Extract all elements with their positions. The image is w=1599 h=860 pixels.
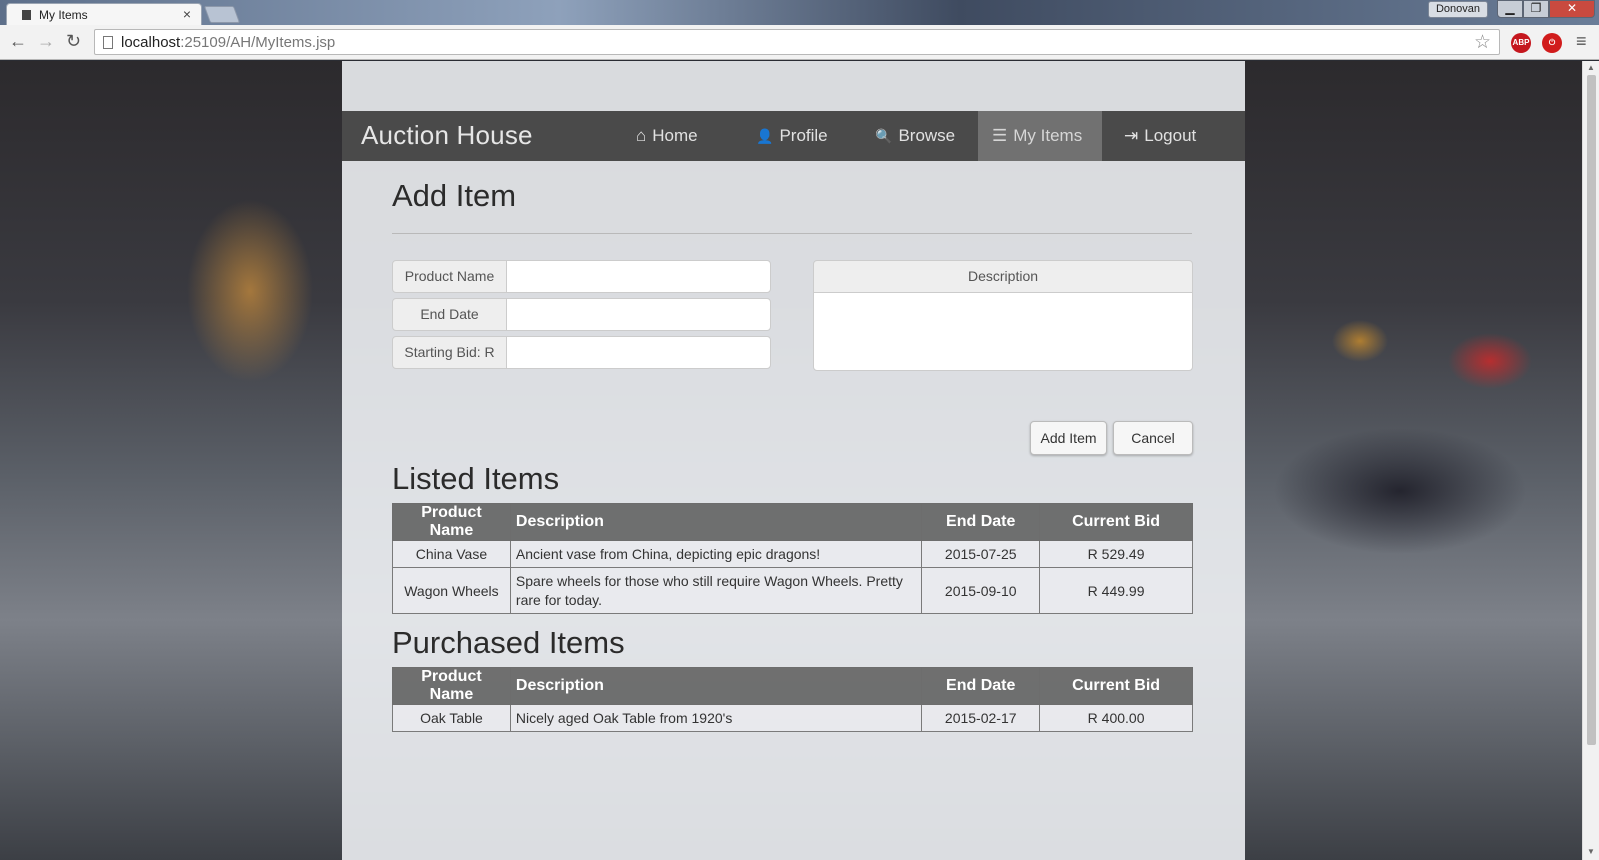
nav-home[interactable]: ⌂ Home: [622, 111, 712, 161]
product-name-label: Product Name: [392, 260, 507, 293]
table-header-row: Product Name Description End Date Curren…: [392, 503, 1193, 541]
col-current-bid: Current Bid: [1039, 667, 1193, 705]
starting-bid-input[interactable]: [506, 336, 771, 369]
adblock-plus-icon[interactable]: ABP: [1511, 33, 1531, 53]
url-host: localhost: [121, 34, 181, 51]
scroll-up-arrow-icon[interactable]: ▲: [1587, 63, 1595, 72]
end-date-group: End Date: [392, 298, 771, 331]
nav-home-label: Home: [652, 126, 698, 145]
col-product-name: Product Name: [392, 667, 511, 705]
end-date-input[interactable]: [506, 298, 771, 331]
forward-arrow-icon[interactable]: →: [37, 31, 55, 52]
logout-icon: ⇥: [1124, 126, 1139, 145]
table-row[interactable]: Oak Table Nicely aged Oak Table from 192…: [392, 704, 1193, 732]
col-description: Description: [509, 503, 923, 541]
profile-user-button[interactable]: Donovan: [1428, 1, 1488, 18]
starting-bid-group: Starting Bid: R: [392, 336, 771, 369]
end-date-label: End Date: [392, 298, 507, 331]
tab-strip: My Items × Donovan ▁ ❐ ✕: [0, 0, 1599, 25]
page-icon: [103, 36, 113, 49]
main-container: Auction House ⌂ Home 👤 Profile 🔍 Browse ☰ My…: [342, 61, 1245, 860]
nav-profile[interactable]: 👤 Profile: [742, 111, 842, 161]
address-bar[interactable]: localhost:25109/AH/MyItems.jsp ☆: [94, 29, 1500, 55]
navbar: Auction House ⌂ Home 👤 Profile 🔍 Browse ☰ My…: [342, 111, 1245, 161]
purchased-items-heading: Purchased Items: [392, 625, 625, 660]
nav-browse[interactable]: 🔍 Browse: [861, 111, 969, 161]
table-row[interactable]: China Vase Ancient vase from China, depi…: [392, 540, 1193, 568]
col-product-name: Product Name: [392, 503, 511, 541]
reload-icon[interactable]: ↻: [66, 31, 81, 52]
nav-logout-label: Logout: [1144, 126, 1197, 145]
product-name-group: Product Name: [392, 260, 771, 293]
cell-end-date: 2015-02-17: [921, 704, 1041, 732]
cell-end-date: 2015-09-10: [921, 567, 1041, 614]
cell-current-bid: R 529.49: [1039, 540, 1193, 568]
listed-items-table: Product Name Description End Date Curren…: [392, 503, 1193, 614]
table-row[interactable]: Wagon Wheels Spare wheels for those who …: [392, 567, 1193, 614]
cell-description: Nicely aged Oak Table from 1920's: [509, 704, 923, 732]
browser-toolbar: ← → ↻ localhost:25109/AH/MyItems.jsp ☆ A…: [0, 25, 1599, 60]
cell-current-bid: R 400.00: [1039, 704, 1193, 732]
bookmark-star-icon[interactable]: ☆: [1474, 31, 1491, 54]
cell-product-name: Wagon Wheels: [392, 567, 511, 614]
cell-end-date: 2015-07-25: [921, 540, 1041, 568]
starting-bid-label: Starting Bid: R: [392, 336, 507, 369]
maximize-window-button[interactable]: ❐: [1523, 0, 1549, 18]
url-text: localhost:25109/AH/MyItems.jsp: [121, 34, 335, 51]
col-end-date: End Date: [921, 667, 1041, 705]
browser-menu-icon[interactable]: ≡: [1576, 31, 1587, 52]
divider: [392, 233, 1192, 234]
minimize-window-button[interactable]: ▁: [1497, 0, 1523, 18]
cancel-button[interactable]: Cancel: [1113, 421, 1193, 455]
list-icon: ☰: [992, 126, 1008, 145]
home-icon: ⌂: [636, 126, 647, 145]
page-scrollbar[interactable]: ▲ ▼: [1582, 61, 1599, 860]
extension-power-icon[interactable]: ⏻: [1542, 33, 1562, 53]
scroll-down-arrow-icon[interactable]: ▼: [1587, 847, 1595, 856]
user-icon: 👤: [756, 128, 774, 144]
purchased-items-table: Product Name Description End Date Curren…: [392, 667, 1193, 732]
search-icon: 🔍: [875, 128, 893, 144]
page-viewport: Auction House ⌂ Home 👤 Profile 🔍 Browse ☰ My…: [0, 61, 1582, 860]
tab-close-icon[interactable]: ×: [183, 6, 191, 22]
nav-browse-label: Browse: [898, 126, 956, 145]
close-window-button[interactable]: ✕: [1549, 0, 1595, 18]
scrollbar-thumb[interactable]: [1587, 75, 1596, 745]
nav-my-items-label: My Items: [1013, 126, 1083, 145]
browser-tab[interactable]: My Items ×: [6, 3, 202, 25]
brand-title[interactable]: Auction House: [361, 120, 533, 151]
cell-description: Spare wheels for those who still require…: [509, 567, 923, 614]
description-textarea[interactable]: [813, 292, 1193, 371]
cell-description: Ancient vase from China, depicting epic …: [509, 540, 923, 568]
tab-title: My Items: [39, 8, 88, 22]
table-header-row: Product Name Description End Date Curren…: [392, 667, 1193, 705]
page-favicon-icon: [22, 10, 31, 20]
col-description: Description: [509, 667, 923, 705]
col-end-date: End Date: [921, 503, 1041, 541]
nav-logout[interactable]: ⇥ Logout: [1110, 111, 1210, 161]
nav-my-items[interactable]: ☰ My Items: [978, 111, 1102, 161]
add-item-heading: Add Item: [392, 178, 517, 213]
cell-product-name: China Vase: [392, 540, 511, 568]
cell-product-name: Oak Table: [392, 704, 511, 732]
description-label: Description: [813, 260, 1193, 293]
new-tab-button[interactable]: [203, 6, 241, 23]
product-name-input[interactable]: [506, 260, 771, 293]
listed-items-heading: Listed Items: [392, 461, 560, 496]
col-current-bid: Current Bid: [1039, 503, 1193, 541]
add-item-button[interactable]: Add Item: [1030, 421, 1107, 455]
nav-profile-label: Profile: [779, 126, 828, 145]
back-arrow-icon[interactable]: ←: [9, 31, 27, 52]
cell-current-bid: R 449.99: [1039, 567, 1193, 614]
url-path: :25109/AH/MyItems.jsp: [180, 34, 336, 51]
